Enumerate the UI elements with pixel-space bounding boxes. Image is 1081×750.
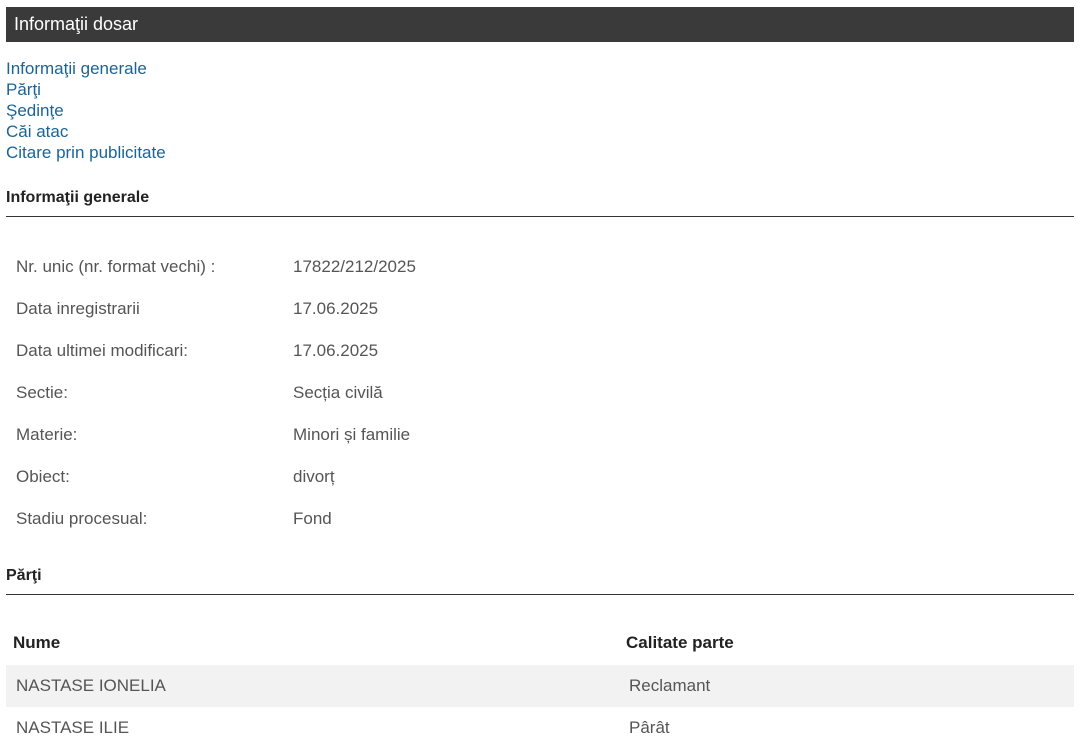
info-row: Stadiu procesual: Fond [6, 498, 416, 540]
info-row: Nr. unic (nr. format vechi) : 17822/212/… [6, 246, 416, 288]
parties-table: Nume Calitate parte NASTASE IONELIA Recl… [6, 621, 1074, 749]
info-label-data-inregistrarii: Data inregistrarii [16, 299, 140, 318]
table-row: NASTASE IONELIA Reclamant [6, 665, 1074, 707]
nav-link-parti[interactable]: Părţi [6, 79, 166, 100]
info-label-materie: Materie: [16, 425, 78, 444]
table-row: NASTASE ILIE Pârât [6, 707, 1074, 749]
info-row: Obiect: divorț [6, 456, 416, 498]
info-value-obiect: divorț [293, 467, 335, 486]
page: Informaţii dosar Informaţii generale Păr… [0, 0, 1081, 750]
info-value-materie: Minori și familie [293, 425, 411, 444]
info-row: Data ultimei modificari: 17.06.2025 [6, 330, 416, 372]
info-label-obiect: Obiect: [16, 467, 70, 486]
party-role: Pârât [629, 718, 670, 737]
nav-link-sedinte[interactable]: Şedinţe [6, 100, 166, 121]
info-label-sectie: Sectie: [16, 383, 68, 402]
info-label-stadiu-procesual: Stadiu procesual: [16, 509, 148, 528]
section-nav: Informaţii generale Părţi Şedinţe Căi at… [6, 58, 166, 163]
info-value-stadiu-procesual: Fond [293, 509, 332, 528]
party-role: Reclamant [619, 665, 1074, 707]
info-value-data-inregistrarii: 17.06.2025 [293, 299, 379, 318]
column-header-nume: Nume [13, 633, 61, 652]
nav-link-citare-prin-publicitate[interactable]: Citare prin publicitate [6, 142, 166, 163]
info-value-data-ultimei-modificari: 17.06.2025 [293, 341, 379, 360]
party-name: NASTASE ILIE [16, 718, 130, 737]
general-info-table: Nr. unic (nr. format vechi) : 17822/212/… [6, 246, 416, 540]
info-value-nr-unic: 17822/212/2025 [293, 257, 416, 276]
info-row: Data inregistrarii 17.06.2025 [6, 288, 416, 330]
info-value-sectie: Secția civilă [293, 383, 383, 402]
info-row: Materie: Minori și familie [6, 414, 416, 456]
nav-link-cai-atac[interactable]: Căi atac [6, 121, 166, 142]
section-heading-parti: Părţi [6, 567, 1074, 595]
table-header-row: Nume Calitate parte [6, 621, 1074, 665]
column-header-calitate-parte: Calitate parte [626, 633, 734, 652]
info-row: Sectie: Secția civilă [6, 372, 416, 414]
info-label-data-ultimei-modificari: Data ultimei modificari: [16, 341, 188, 360]
party-name: NASTASE IONELIA [6, 665, 619, 707]
page-title-bar: Informaţii dosar [6, 7, 1074, 42]
nav-link-informatii-generale[interactable]: Informaţii generale [6, 58, 166, 79]
info-label-nr-unic: Nr. unic (nr. format vechi) : [16, 257, 216, 276]
section-heading-informatii-generale: Informaţii generale [6, 189, 1074, 217]
